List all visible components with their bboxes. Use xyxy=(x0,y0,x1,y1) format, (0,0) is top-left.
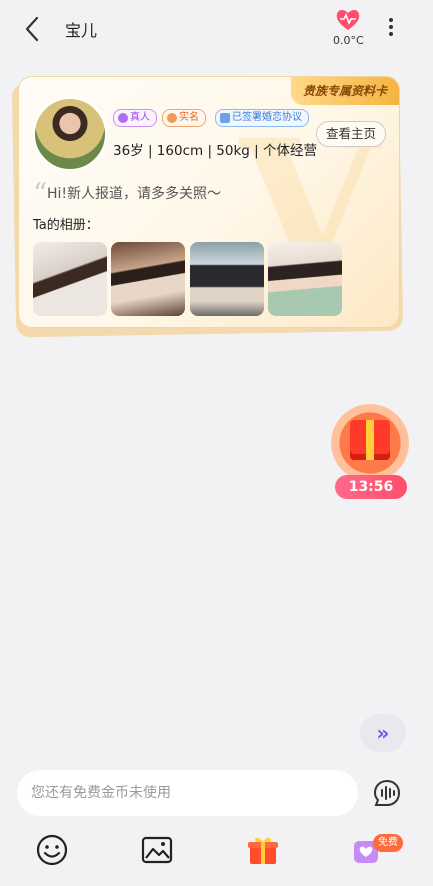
agreement-badge: 已签署婚恋协议 xyxy=(215,109,309,127)
gift-ribbon xyxy=(366,420,374,460)
emoji-icon[interactable] xyxy=(35,833,69,867)
id-icon xyxy=(167,113,177,123)
album-photo[interactable] xyxy=(190,242,264,316)
back-icon[interactable] xyxy=(18,14,48,44)
album-photo[interactable] xyxy=(111,242,185,316)
album-photo[interactable] xyxy=(268,242,342,316)
real-person-badge: 真人 xyxy=(113,109,157,127)
real-name-badge: 实名 xyxy=(162,109,206,127)
album-label: Ta的相册： xyxy=(33,218,99,233)
greeting-text: Hi!新人报道，请多多关照～ xyxy=(47,186,222,202)
document-icon xyxy=(220,113,230,123)
scroll-to-bottom-button[interactable]: » xyxy=(360,714,406,752)
profile-info: 36岁 | 160cm | 50kg | 个体经营 xyxy=(113,143,317,159)
view-homepage-button[interactable]: 查看主页 xyxy=(316,121,386,147)
free-badge: 免费 xyxy=(373,834,403,852)
vip-card-tag: 贵族专属资料卡 xyxy=(291,77,399,105)
chat-title: 宝儿 xyxy=(65,21,98,40)
heart-pulse-icon[interactable] xyxy=(335,8,361,32)
gift-timer: 13:56 xyxy=(335,475,407,499)
album-photo[interactable] xyxy=(33,242,107,316)
more-vertical-icon[interactable] xyxy=(386,18,396,42)
gift-icon[interactable] xyxy=(246,833,280,867)
temperature-value: 0.0°C xyxy=(333,34,364,47)
message-input[interactable] xyxy=(17,770,358,816)
image-icon[interactable] xyxy=(140,833,174,867)
verified-icon xyxy=(118,113,128,123)
avatar[interactable] xyxy=(33,97,107,171)
profile-card[interactable]: V 贵族专属资料卡 真人 实名 已签署婚恋协议 36岁 | 160cm | 50… xyxy=(18,76,400,328)
voice-icon[interactable] xyxy=(372,778,402,808)
quote-icon: “ xyxy=(33,177,48,210)
